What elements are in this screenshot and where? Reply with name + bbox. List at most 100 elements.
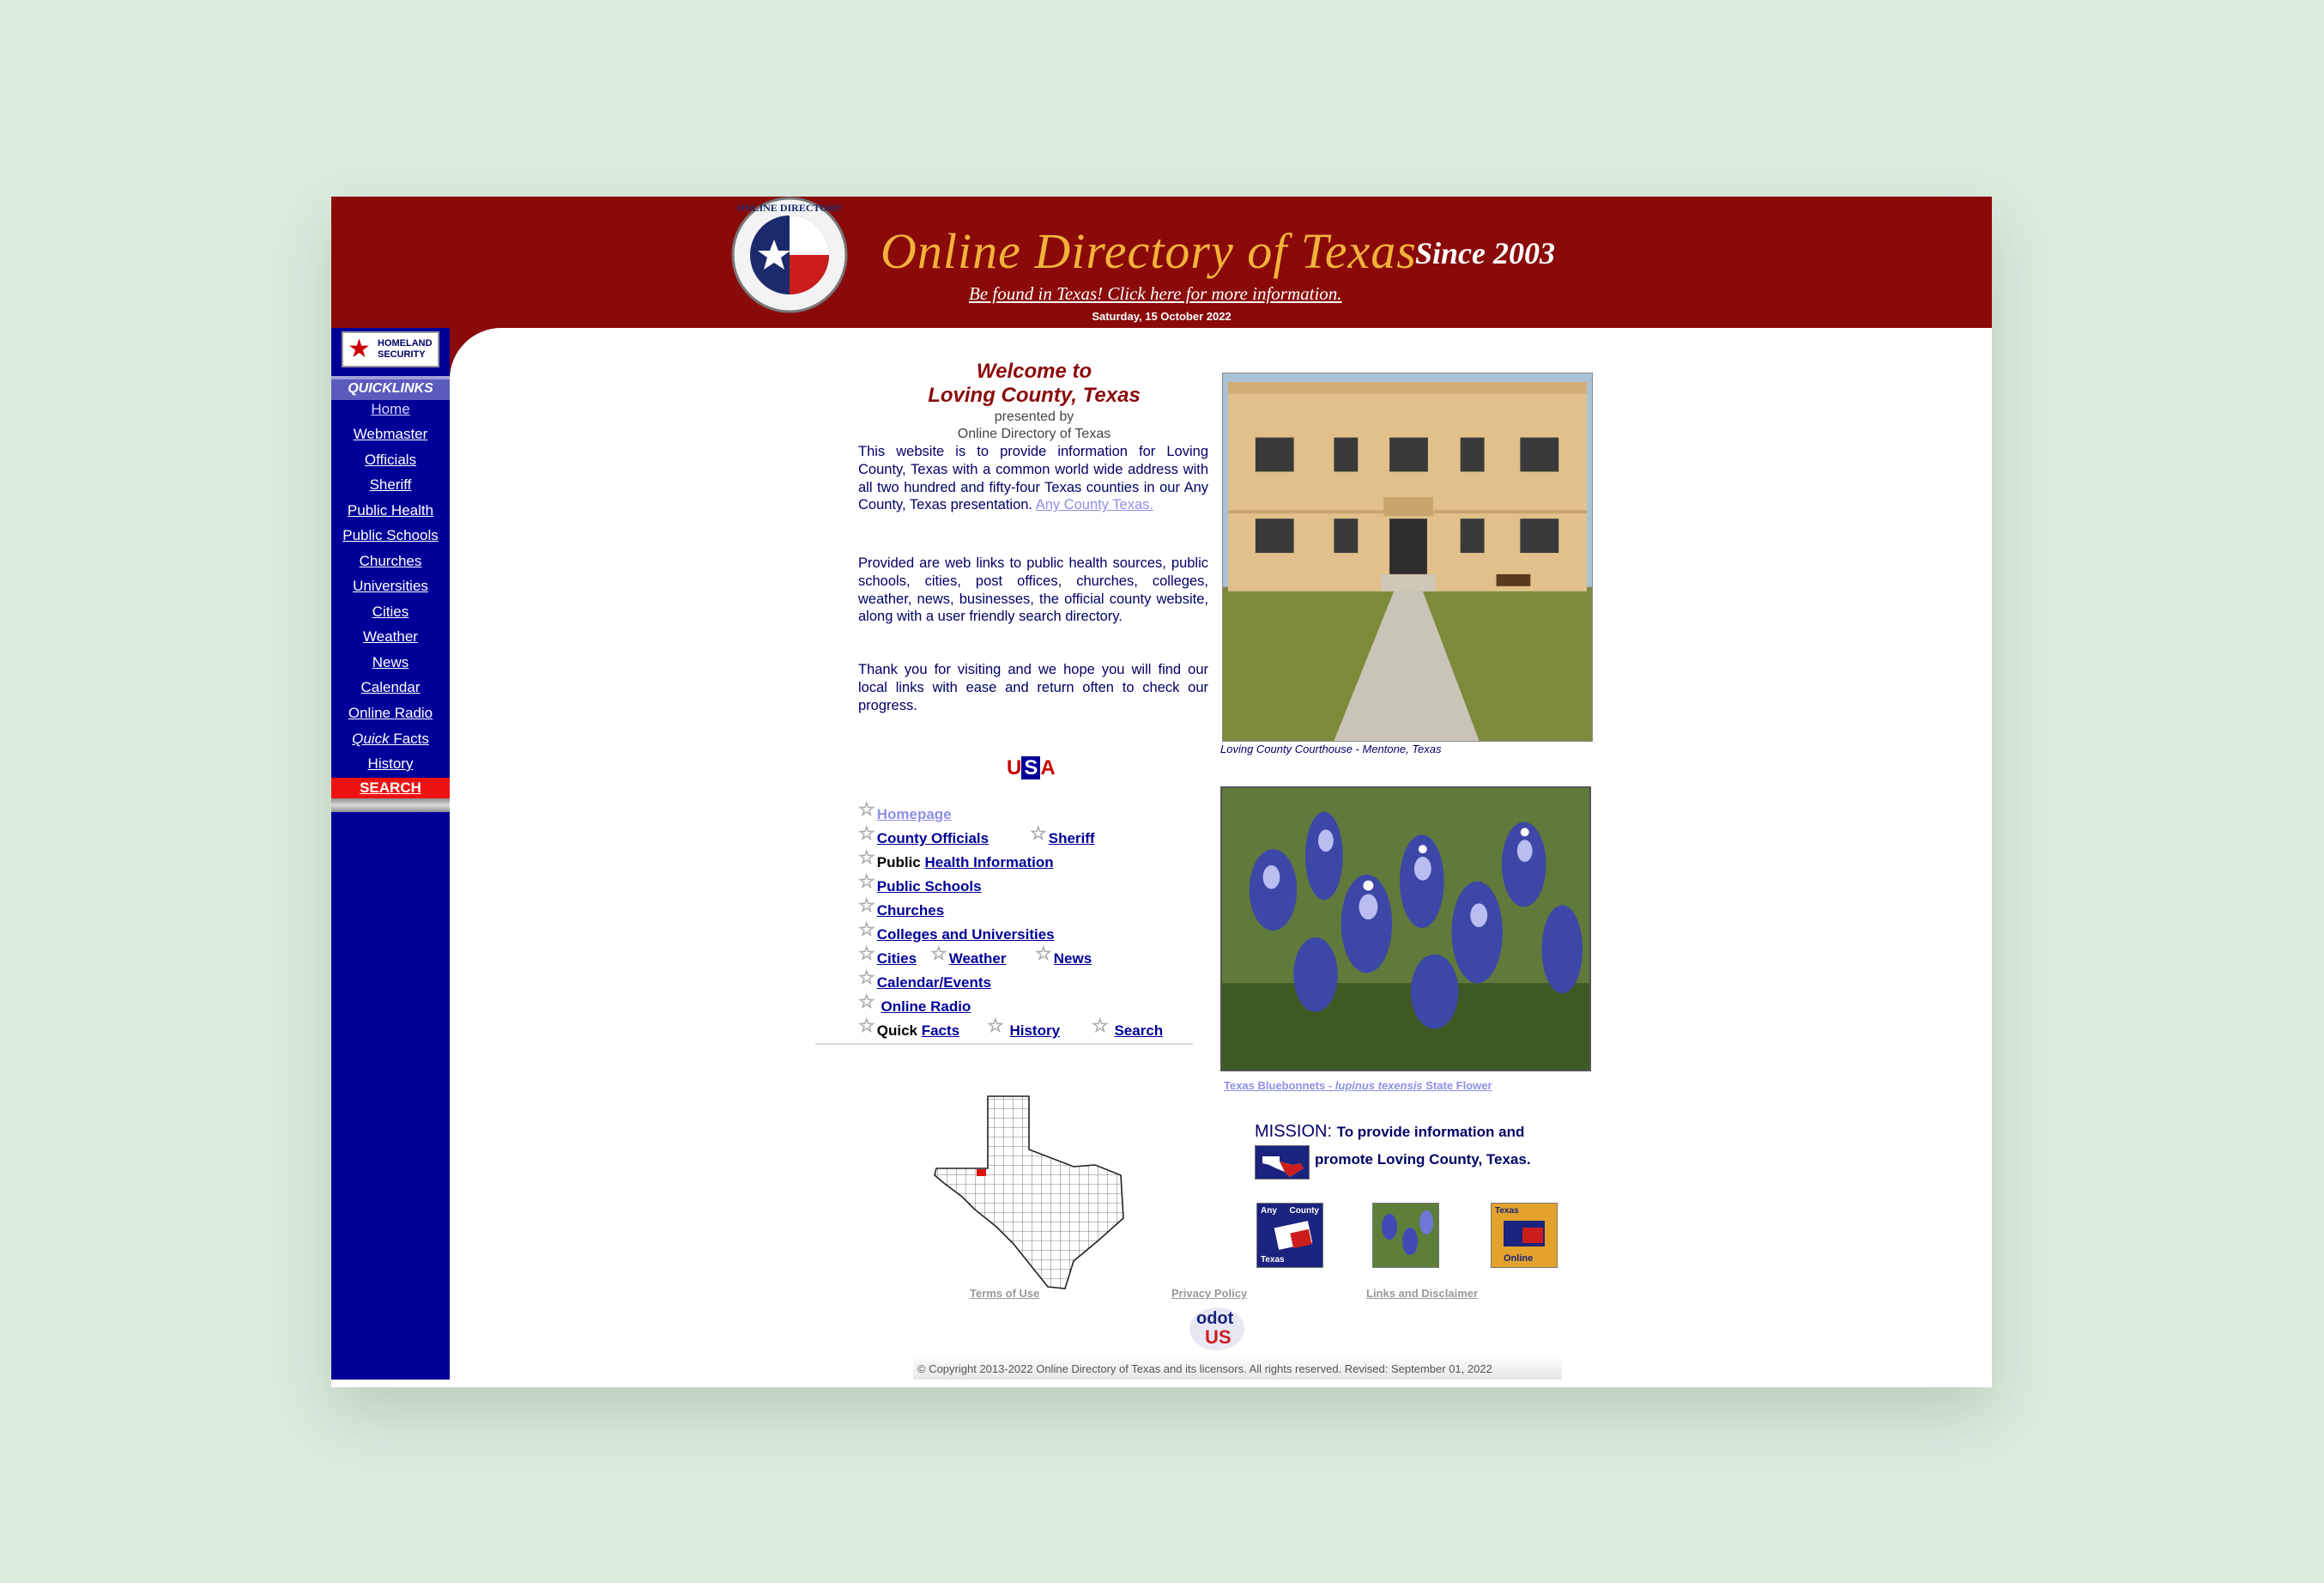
- sidebar-item-calendar[interactable]: Calendar: [331, 679, 450, 696]
- links-disclaimer-link[interactable]: Links and Disclaimer: [1366, 1287, 1478, 1300]
- nav-weather[interactable]: ☆ Weather: [930, 943, 1007, 968]
- sidebar-item-quick-facts[interactable]: Quick Facts: [331, 731, 450, 748]
- thanks-paragraph: Thank you for visiting and we hope you w…: [858, 662, 1208, 713]
- homepage-link[interactable]: Homepage: [877, 806, 952, 822]
- sidebar-item-online-radio[interactable]: Online Radio: [331, 705, 450, 722]
- online-radio-link[interactable]: Online Radio: [881, 998, 971, 1015]
- sidebar-item-weather[interactable]: Weather: [331, 628, 450, 646]
- history-link[interactable]: History: [1009, 1022, 1060, 1039]
- health-information-link[interactable]: Health Information: [924, 854, 1053, 870]
- nav-news[interactable]: ☆ News: [1035, 943, 1092, 968]
- any-county-link[interactable]: Any County Texas.: [1036, 497, 1153, 513]
- terms-of-use-link[interactable]: Terms of Use: [970, 1287, 1039, 1300]
- any-county-texas-badge[interactable]: Any County Texas: [1256, 1203, 1323, 1268]
- weather-link[interactable]: Weather: [949, 950, 1007, 967]
- texas-flag-icon: [1255, 1145, 1310, 1180]
- nav-homepage[interactable]: ☆ Homepage: [858, 798, 952, 824]
- sidebar-item-history[interactable]: History: [331, 755, 450, 773]
- homeland-security-badge[interactable]: ★ HOMELAND SECURITY: [342, 331, 439, 367]
- nav-cities[interactable]: ☆ Cities: [858, 943, 917, 968]
- copyright-text: © Copyright 2013-2022 Online Directory o…: [917, 1362, 1492, 1375]
- bluebonnet-badge[interactable]: [1372, 1203, 1439, 1268]
- mission-label: MISSION:: [1255, 1122, 1333, 1141]
- nav-public-schools[interactable]: ☆ Public Schools: [858, 870, 982, 896]
- sidebar-item-home[interactable]: Home: [331, 401, 450, 418]
- sidebar-item-sheriff[interactable]: Sheriff: [331, 476, 450, 494]
- churches-link[interactable]: Churches: [877, 902, 944, 919]
- usa-logo[interactable]: USA: [1007, 756, 1056, 780]
- texas-seal-logo[interactable]: ONLINE DIRECTORY: [729, 197, 850, 317]
- texas-online-badge[interactable]: Texas Online: [1491, 1203, 1558, 1268]
- star-icon: ☆: [858, 943, 875, 964]
- county-officials-link[interactable]: County Officials: [877, 830, 989, 846]
- sidebar-item-news[interactable]: News: [331, 654, 450, 671]
- flower-icon: [1419, 1210, 1433, 1234]
- nav-search[interactable]: ☆ Search: [1092, 1015, 1163, 1040]
- bluebonnet-photo: [1220, 786, 1591, 1071]
- colleges-link[interactable]: Colleges and Universities: [877, 926, 1055, 943]
- star-icon: ☆: [858, 822, 875, 844]
- courthouse-photo: [1222, 373, 1593, 742]
- sidebar-item-cities[interactable]: Cities: [331, 603, 450, 621]
- provided-paragraph: Provided are web links to public health …: [858, 555, 1208, 625]
- sidebar-search-button[interactable]: SEARCH: [331, 778, 450, 798]
- odot-us-logo[interactable]: odot US: [1189, 1307, 1250, 1354]
- usa-s: S: [1021, 756, 1041, 779]
- current-date: Saturday, 15 October 2022: [1092, 310, 1232, 323]
- sidebar-item-public-schools[interactable]: Public Schools: [331, 527, 450, 544]
- sidebar-item-officials[interactable]: Officials: [331, 452, 450, 469]
- sidebar-item-churches[interactable]: Churches: [331, 553, 450, 570]
- sidebar: ★ HOMELAND SECURITY QUICKLINKS Home Webm…: [331, 328, 450, 1380]
- site-title: Online Directory of Texas: [881, 223, 1417, 279]
- facts-label: Facts: [393, 731, 429, 747]
- star-icon: ☆: [858, 895, 875, 916]
- since-label: Since 2003: [1415, 236, 1556, 270]
- us-label: US: [1205, 1326, 1232, 1348]
- bluebonnet-caption[interactable]: Texas Bluebonnets - lupinus texensis Sta…: [1224, 1079, 1492, 1092]
- svg-text:ONLINE DIRECTORY: ONLINE DIRECTORY: [736, 202, 842, 214]
- news-link[interactable]: News: [1054, 950, 1092, 967]
- banner-curve: [450, 328, 587, 431]
- star-icon: ☆: [858, 967, 875, 988]
- star-icon: ☆: [858, 991, 875, 1012]
- nav-colleges[interactable]: ☆ Colleges and Universities: [858, 919, 1055, 944]
- calendar-events-link[interactable]: Calendar/Events: [877, 974, 991, 991]
- texas-county-map[interactable]: [928, 1089, 1134, 1295]
- nav-churches[interactable]: ☆ Churches: [858, 895, 944, 920]
- nav-quick-facts[interactable]: ☆ Quick Facts: [858, 1015, 959, 1040]
- public-label: Public: [876, 854, 921, 870]
- privacy-policy-link[interactable]: Privacy Policy: [1171, 1287, 1247, 1300]
- star-icon: ☆: [858, 919, 875, 940]
- nav-online-radio[interactable]: ☆ Online Radio: [858, 991, 971, 1016]
- texas-flag-icon: [1522, 1228, 1543, 1243]
- search-link[interactable]: Search: [1114, 1022, 1163, 1039]
- quicklinks-header: QUICKLINKS: [331, 376, 450, 400]
- nav-health[interactable]: ☆ Public Health Information: [858, 846, 1054, 872]
- badge-text: Texas: [1261, 1255, 1285, 1265]
- badge-text: Any: [1261, 1206, 1277, 1216]
- public-schools-link[interactable]: Public Schools: [877, 878, 982, 895]
- badge-text: Texas: [1495, 1206, 1519, 1216]
- nav-calendar[interactable]: ☆ Calendar/Events: [858, 967, 991, 992]
- sidebar-item-universities[interactable]: Universities: [331, 578, 450, 595]
- sheriff-link[interactable]: Sheriff: [1049, 830, 1095, 846]
- facts-link[interactable]: Facts: [922, 1022, 959, 1039]
- promo-link[interactable]: Be found in Texas! Click here for more i…: [969, 283, 1342, 305]
- star-icon: ☆: [1030, 822, 1047, 844]
- star-icon: ★: [348, 335, 371, 363]
- cities-link[interactable]: Cities: [877, 950, 917, 967]
- sidebar-item-webmaster[interactable]: Webmaster: [331, 426, 450, 443]
- nav-history[interactable]: ☆ History: [987, 1015, 1060, 1040]
- star-icon: ☆: [930, 943, 947, 964]
- homeland-security-label: HOMELAND SECURITY: [378, 338, 433, 360]
- star-icon: ☆: [987, 1015, 1004, 1036]
- sidebar-item-public-health[interactable]: Public Health: [331, 502, 450, 519]
- quick-label: Quick: [352, 731, 390, 747]
- presented-by: presented by: [994, 409, 1074, 424]
- quick-label: Quick: [876, 1022, 917, 1039]
- presenter-name: Online Directory of Texas: [957, 427, 1111, 441]
- nav-county-officials[interactable]: ☆ County Officials: [858, 822, 989, 848]
- nav-sheriff[interactable]: ☆ Sheriff: [1030, 822, 1095, 848]
- welcome-heading-line2: Loving County, Texas: [928, 384, 1141, 407]
- intro-text: This website is to provide information f…: [858, 444, 1208, 513]
